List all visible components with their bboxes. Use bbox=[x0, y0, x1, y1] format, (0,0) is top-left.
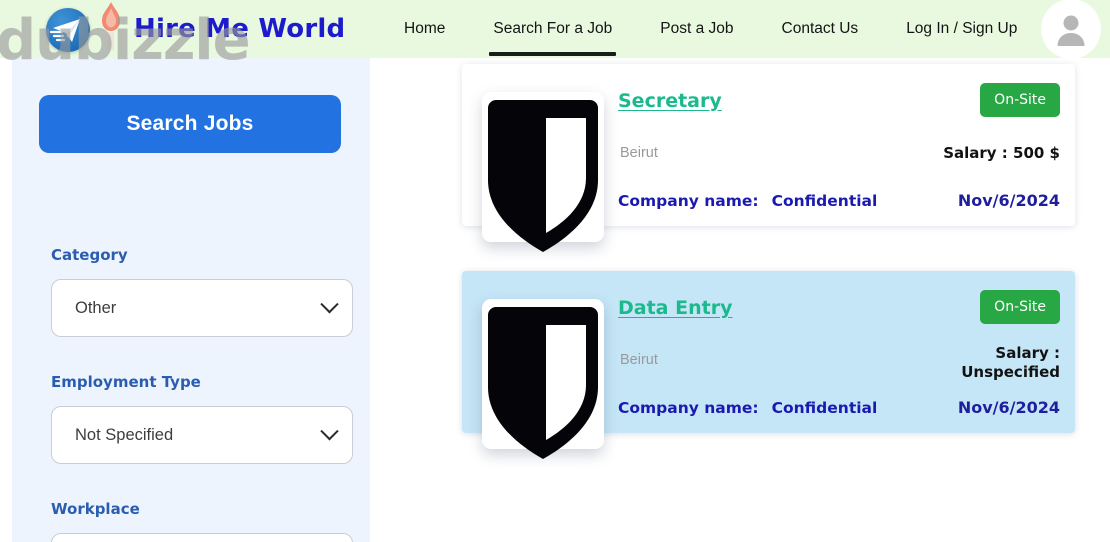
employment-type-select-value: Not Specified bbox=[75, 425, 174, 444]
workplace-select[interactable]: Not Specified bbox=[51, 533, 353, 542]
company-name-value: Confidential bbox=[771, 399, 878, 417]
company-name-label: Company name: bbox=[618, 192, 759, 210]
job-card-content: Data Entry Beirut Company name: Confident… bbox=[618, 271, 1061, 433]
job-company: Company name: Confidential bbox=[618, 192, 877, 210]
job-location: Beirut bbox=[620, 352, 658, 368]
workplace-badge[interactable]: On-Site bbox=[980, 83, 1060, 117]
chevron-down-icon bbox=[320, 421, 339, 440]
job-company: Company name: Confidential bbox=[618, 399, 877, 417]
workplace-badge[interactable]: On-Site bbox=[980, 290, 1060, 324]
search-jobs-button[interactable]: Search Jobs bbox=[39, 95, 341, 153]
nav-item-log-in-sign-up[interactable]: Log In / Sign Up bbox=[882, 0, 1041, 58]
main-nav: Home Search For a Job Post a Job Contact… bbox=[380, 0, 1041, 58]
job-salary: Salary : 500 $ bbox=[943, 144, 1060, 162]
company-name-value: Confidential bbox=[771, 192, 878, 210]
paper-plane-circle-icon bbox=[46, 8, 90, 52]
shield-logo-icon bbox=[488, 307, 598, 459]
nav-item-contact-us[interactable]: Contact Us bbox=[758, 0, 883, 58]
filter-label-workplace: Workplace bbox=[51, 500, 140, 518]
page-root: Search Jobs Category Other Employment Ty… bbox=[0, 0, 1110, 542]
brand[interactable]: Hire Me World bbox=[42, 2, 346, 54]
job-card[interactable]: Secretary Beirut Company name: Confidenti… bbox=[462, 64, 1075, 252]
employment-type-select[interactable]: Not Specified bbox=[51, 406, 353, 464]
nav-item-search-for-a-job[interactable]: Search For a Job bbox=[469, 0, 636, 58]
filters-sidebar: Search Jobs Category Other Employment Ty… bbox=[12, 58, 370, 542]
category-select[interactable]: Other bbox=[51, 279, 353, 337]
company-logo bbox=[482, 92, 604, 252]
nav-item-home[interactable]: Home bbox=[380, 0, 469, 58]
job-date: Nov/6/2024 bbox=[957, 398, 1060, 417]
job-card-content: Secretary Beirut Company name: Confidenti… bbox=[618, 64, 1061, 226]
job-title-link[interactable]: Data Entry bbox=[618, 297, 732, 319]
nav-item-post-a-job[interactable]: Post a Job bbox=[636, 0, 757, 58]
shield-logo-icon bbox=[488, 100, 598, 252]
job-card[interactable]: Data Entry Beirut Company name: Confident… bbox=[462, 271, 1075, 459]
job-date: Nov/6/2024 bbox=[957, 191, 1060, 210]
job-title-link[interactable]: Secretary bbox=[618, 90, 722, 112]
brand-title: Hire Me World bbox=[134, 14, 346, 44]
user-avatar-icon[interactable] bbox=[1042, 0, 1100, 58]
company-logo bbox=[482, 299, 604, 459]
logo-wrap bbox=[42, 2, 138, 54]
chevron-down-icon bbox=[320, 294, 339, 313]
category-select-value: Other bbox=[75, 298, 117, 317]
job-results-list: Secretary Beirut Company name: Confidenti… bbox=[370, 58, 1110, 542]
job-salary: Salary : Unspecified bbox=[961, 344, 1060, 381]
filter-label-category: Category bbox=[51, 246, 128, 264]
torch-flame-icon bbox=[98, 0, 124, 52]
job-location: Beirut bbox=[620, 145, 658, 161]
company-name-label: Company name: bbox=[618, 399, 759, 417]
site-header: Hire Me World Home Search For a Job Post… bbox=[0, 0, 1110, 58]
filter-label-employment-type: Employment Type bbox=[51, 373, 201, 391]
